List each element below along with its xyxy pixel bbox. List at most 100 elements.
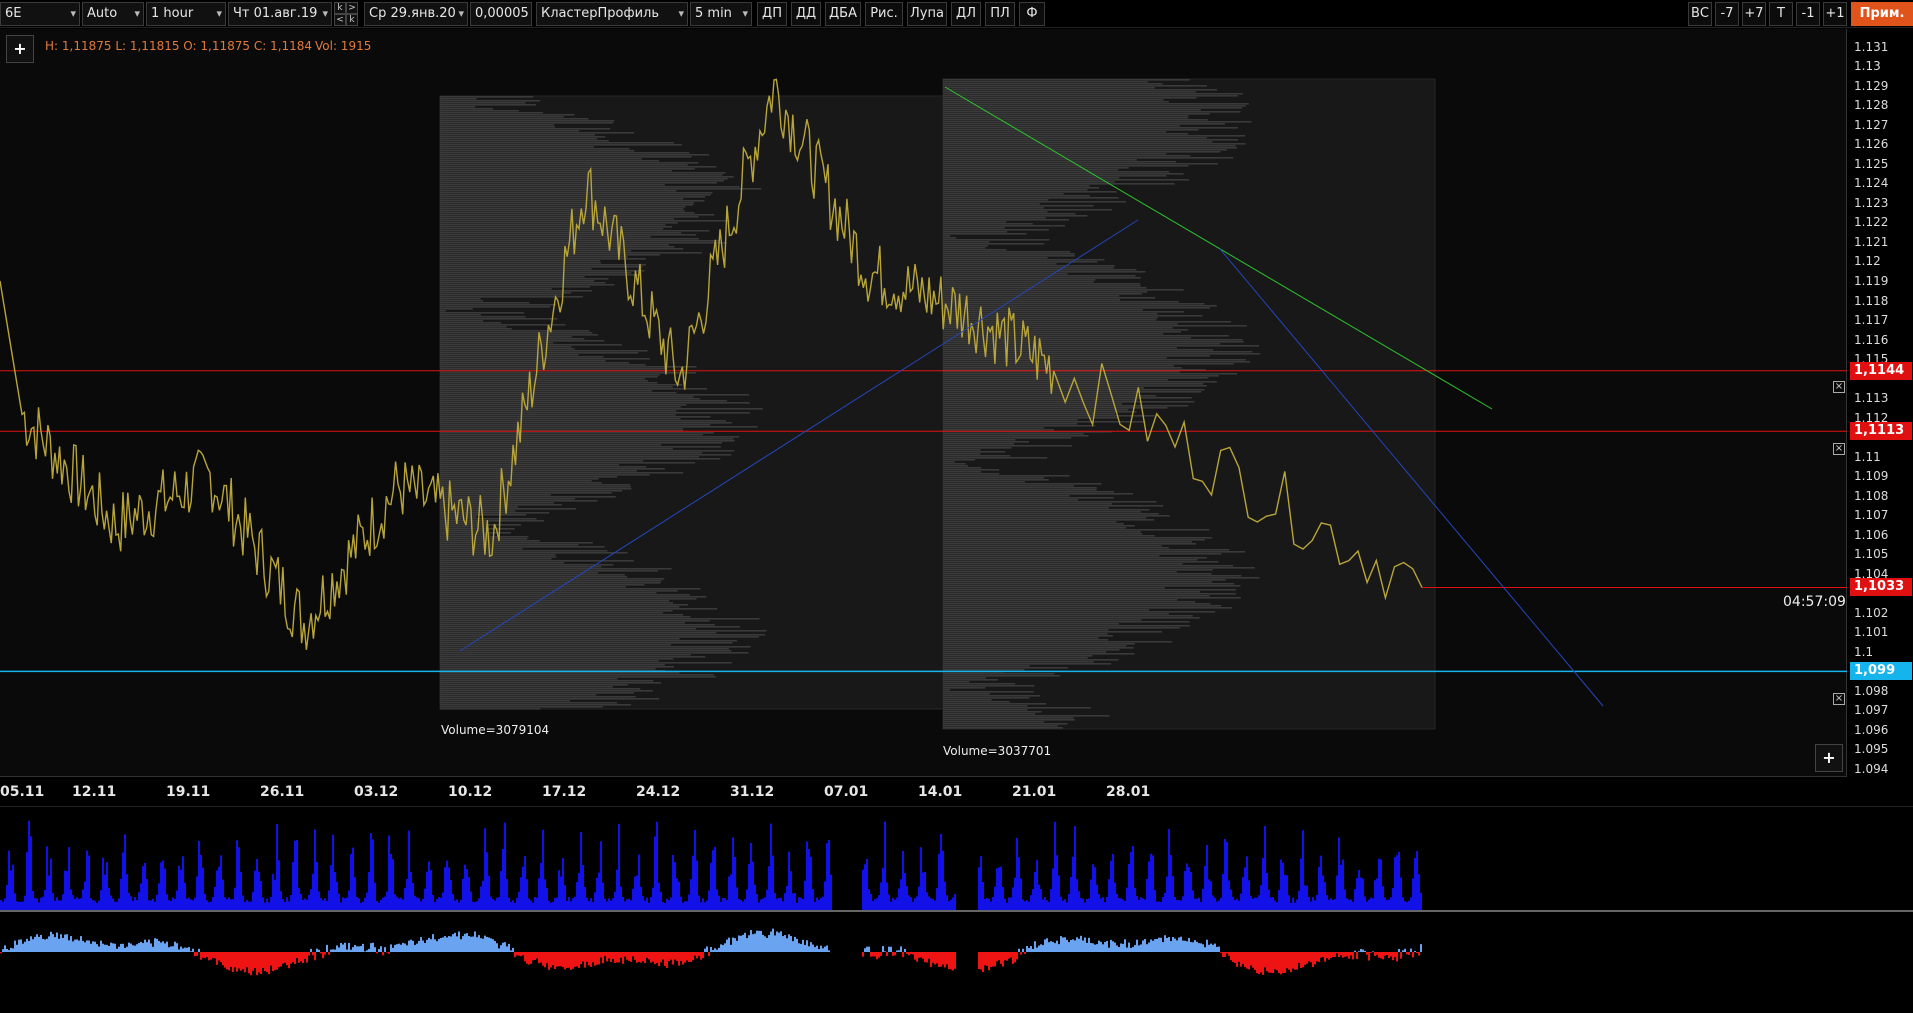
- volume-profile-bar: [943, 443, 1015, 445]
- volume-profile-bar: [943, 85, 1207, 87]
- close-level-icon[interactable]: ×: [1833, 693, 1845, 705]
- plus7-button[interactable]: +7: [1742, 2, 1766, 26]
- delta-bar-positive: [508, 943, 510, 952]
- volume-profile-bar: [440, 426, 758, 428]
- t-button[interactable]: T: [1769, 2, 1793, 26]
- volume-bar: [396, 896, 398, 911]
- delta-bar-positive: [786, 938, 788, 952]
- delta-bar-negative: [998, 952, 1000, 961]
- date-tick-label: 05.11: [0, 784, 45, 800]
- scale-select[interactable]: Auto: [82, 2, 144, 26]
- price-chart-area[interactable]: + + H: 1,11875 L: 1,11815 O: 1,11875 C: …: [0, 29, 1847, 777]
- price-axis[interactable]: 1.131 1.13 1.129 1.128 1.127 1.126 1.125 1.124 1…: [1848, 29, 1913, 806]
- date-to-picker[interactable]: Ср 29.янв.20: [364, 2, 468, 26]
- profile-period-select[interactable]: 5 min: [690, 2, 752, 26]
- close-level-icon[interactable]: ×: [1833, 443, 1845, 455]
- minus7-button[interactable]: -7: [1715, 2, 1739, 26]
- delta-bar-negative: [208, 952, 210, 961]
- delta-bar-positive: [1128, 942, 1130, 952]
- volume-profile-bar: [943, 309, 1143, 311]
- symbol-select[interactable]: 6E: [0, 2, 80, 26]
- volume-profile-bar: [440, 392, 677, 394]
- apply-button[interactable]: Прим.: [1851, 2, 1913, 26]
- close-level-icon[interactable]: ×: [1833, 381, 1845, 393]
- volume-profile-bar: [943, 689, 950, 691]
- delta-bar-positive: [806, 940, 808, 952]
- volume-profile-bar: [440, 184, 665, 186]
- volume-profile-bar: [943, 223, 1033, 225]
- vs-button[interactable]: ВС: [1688, 2, 1712, 26]
- delta-bar-positive: [82, 940, 84, 952]
- delta-bar-positive: [74, 939, 76, 952]
- delta-panel[interactable]: [0, 910, 1913, 1013]
- delta-bar-positive: [396, 944, 398, 952]
- delta-bar-negative: [628, 952, 630, 961]
- volume-bar: [1256, 897, 1258, 911]
- volume-profile-bar: [440, 102, 526, 104]
- price-level-tag[interactable]: 1,1113: [1850, 422, 1912, 441]
- delta-bar-positive: [1210, 943, 1212, 952]
- delta-bar-positive: [1054, 943, 1056, 952]
- volume-profile-bar: [943, 175, 1167, 177]
- volume-bar: [1208, 879, 1210, 911]
- delta-bar-negative: [1006, 952, 1008, 961]
- add-panel-button[interactable]: +: [1815, 744, 1843, 772]
- date-axis[interactable]: 05.11 12.11 19.11 26.11 03.12 10.12 17.12 24.12…: [0, 778, 1847, 806]
- volume-bar: [424, 888, 426, 911]
- tick-size-input[interactable]: 0,00005: [470, 2, 532, 26]
- delta-bar-positive: [494, 940, 496, 952]
- volume-profile-bar: [440, 324, 566, 326]
- dp-button[interactable]: ДП: [757, 2, 787, 26]
- volume-profile-bar: [440, 148, 630, 150]
- delta-bar-positive: [764, 936, 766, 952]
- delta-bar-positive: [132, 945, 134, 952]
- delta-bar-positive: [794, 936, 796, 952]
- volume-profile-bar: [440, 698, 660, 700]
- volume-bar: [482, 880, 484, 911]
- dba-button[interactable]: ДБА: [825, 2, 861, 26]
- nav-forward[interactable]: >: [346, 2, 358, 14]
- delta-bar-positive: [394, 944, 396, 952]
- delta-bar-positive: [378, 949, 380, 952]
- volume-profile-bar: [943, 481, 1025, 483]
- f-button[interactable]: Ф: [1019, 2, 1045, 26]
- plus1-button[interactable]: +1: [1823, 2, 1847, 26]
- price-level-tag[interactable]: 1,099: [1850, 662, 1912, 681]
- volume-panel[interactable]: [0, 806, 1913, 911]
- delta-bar-negative: [264, 952, 266, 972]
- delta-bar-negative: [206, 952, 208, 957]
- volume-bar: [486, 852, 488, 911]
- volume-profile-bar: [440, 374, 660, 376]
- volume-bar: [142, 866, 144, 911]
- nav-up-k[interactable]: k: [334, 2, 346, 14]
- volume-profile-bar: [943, 359, 1246, 361]
- delta-bar-positive: [96, 944, 98, 952]
- range-nav[interactable]: k > < k: [334, 2, 358, 26]
- delta-bar-positive: [1398, 949, 1400, 952]
- volume-profile-bar: [943, 341, 1244, 343]
- nav-back[interactable]: <: [334, 14, 346, 26]
- dd-button[interactable]: ДД: [791, 2, 821, 26]
- minus1-button[interactable]: -1: [1796, 2, 1820, 26]
- date-from-picker[interactable]: Чт 01.авг.19: [228, 2, 332, 26]
- delta-bar-negative: [1382, 952, 1384, 960]
- delta-bar-negative: [1290, 952, 1292, 973]
- volume-profile-bar: [440, 466, 647, 468]
- volume-profile-bar: [440, 674, 714, 676]
- profile-type-select[interactable]: КластерПрофиль: [536, 2, 688, 26]
- volume-bar: [736, 887, 738, 911]
- delta-bar-negative: [572, 952, 574, 969]
- add-indicator-button[interactable]: +: [6, 35, 34, 63]
- magnifier-button[interactable]: Лупа: [907, 2, 947, 26]
- timeframe-select[interactable]: 1 hour: [146, 2, 226, 26]
- pl-button[interactable]: ПЛ: [985, 2, 1015, 26]
- volume-profile-bar: [943, 561, 1219, 563]
- delta-bar-negative: [878, 952, 880, 958]
- price-level-tag[interactable]: 1,1033: [1850, 578, 1912, 597]
- dl-button[interactable]: ДЛ: [951, 2, 981, 26]
- draw-button[interactable]: Рис.: [865, 2, 903, 26]
- volume-profile-bar: [943, 129, 1199, 131]
- volume-profile-bar: [440, 646, 751, 648]
- price-level-tag[interactable]: 1,1144: [1850, 361, 1912, 380]
- nav-down-k[interactable]: k: [346, 14, 358, 26]
